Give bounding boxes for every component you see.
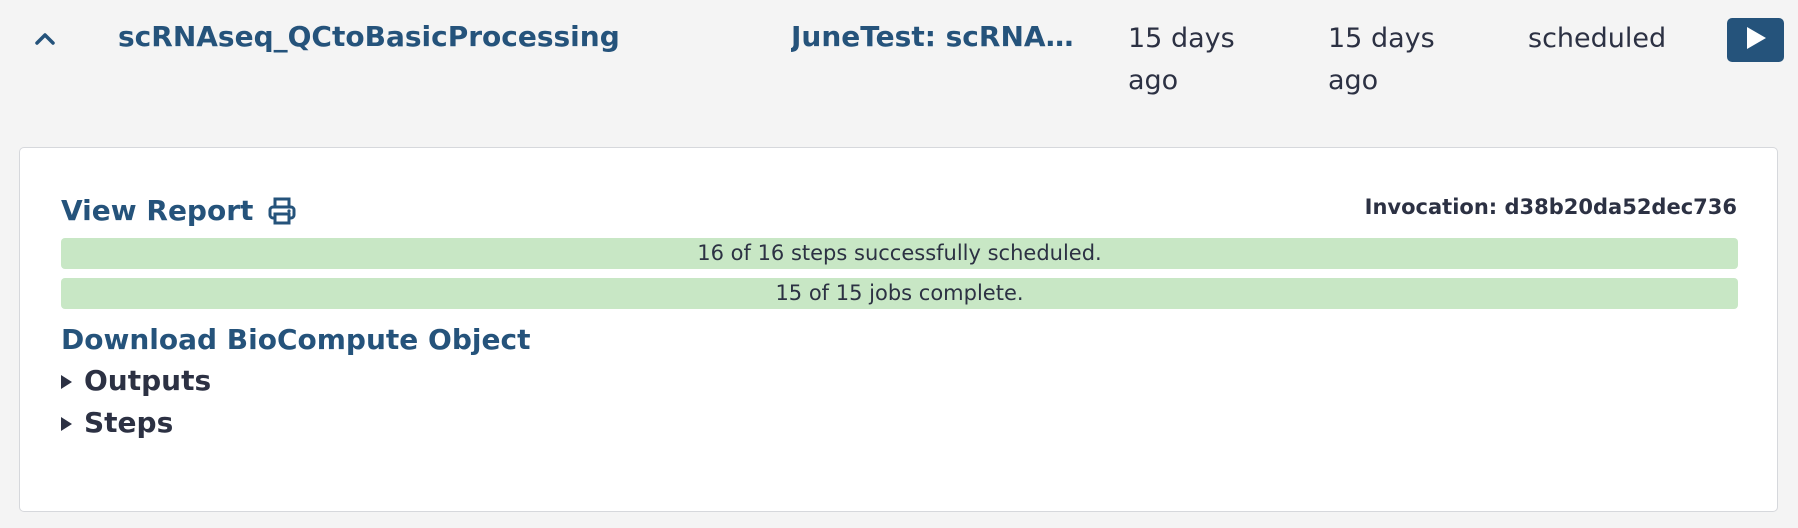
outputs-toggle[interactable]: Outputs	[61, 364, 211, 397]
chevron-up-icon[interactable]	[30, 24, 60, 54]
caret-right-icon	[61, 416, 72, 431]
workflow-name-link[interactable]: scRNAseq_QCtoBasicProcessing	[118, 20, 620, 53]
steps-label: Steps	[84, 406, 174, 439]
caret-right-icon	[61, 374, 72, 389]
invocation-state: scheduled	[1528, 23, 1667, 54]
workflow-invocation-row: scRNAseq_QCtoBasicProcessing JuneTest: s…	[0, 0, 1798, 140]
play-icon	[1744, 25, 1768, 55]
run-workflow-button[interactable]	[1727, 18, 1784, 62]
updated-time: 15 days ago	[1328, 23, 1435, 96]
history-name-link[interactable]: JuneTest: scRNAseq_QCtoBasicProcessing	[791, 20, 1081, 53]
created-time: 15 days ago	[1128, 23, 1235, 96]
view-report-label: View Report	[61, 194, 254, 227]
view-report-link[interactable]: View Report	[61, 194, 297, 227]
jobs-progress-bar: 15 of 15 jobs complete.	[61, 278, 1738, 309]
steps-progress-bar: 16 of 16 steps successfully scheduled.	[61, 238, 1738, 269]
download-biocompute-link[interactable]: Download BioCompute Object	[61, 323, 530, 356]
steps-toggle[interactable]: Steps	[61, 406, 173, 439]
invocation-details-panel: View Report Invocation: d38b20da52dec736…	[19, 147, 1778, 512]
outputs-label: Outputs	[84, 364, 212, 397]
print-icon[interactable]	[267, 196, 297, 226]
invocation-id: Invocation: d38b20da52dec736	[1364, 195, 1737, 219]
